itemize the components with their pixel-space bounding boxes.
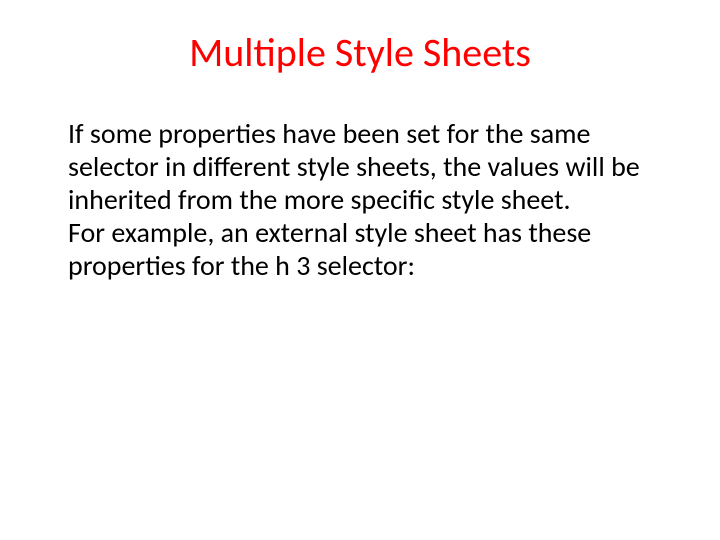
body-paragraph-1: If some properties have been set for the…: [40, 117, 680, 216]
slide-body: If some properties have been set for the…: [0, 87, 720, 282]
slide-title: Multiple Style Sheets: [0, 0, 720, 87]
slide: Multiple Style Sheets If some properties…: [0, 0, 720, 540]
body-paragraph-2: For example, an external style sheet has…: [40, 216, 680, 282]
